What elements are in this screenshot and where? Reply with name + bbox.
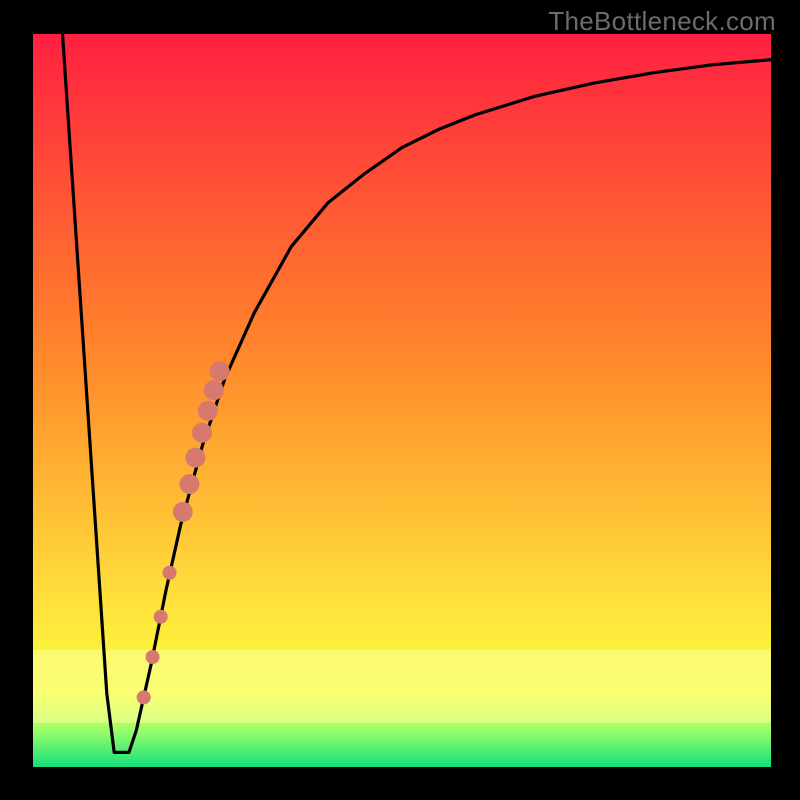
data-point xyxy=(185,448,205,468)
data-point xyxy=(179,474,199,494)
border-left xyxy=(0,0,33,800)
data-point xyxy=(163,566,177,580)
data-point xyxy=(192,423,212,443)
data-point xyxy=(173,502,193,522)
chart-svg xyxy=(0,0,800,800)
data-point xyxy=(146,650,160,664)
plot-area xyxy=(33,34,771,767)
chart-frame: TheBottleneck.com xyxy=(0,0,800,800)
data-point xyxy=(204,380,224,400)
data-point xyxy=(154,610,168,624)
data-point xyxy=(137,690,151,704)
data-point xyxy=(210,361,230,381)
data-point xyxy=(198,401,218,421)
watermark-text: TheBottleneck.com xyxy=(548,6,776,37)
border-bottom xyxy=(0,767,800,800)
border-right xyxy=(771,0,800,800)
yellow-band xyxy=(33,650,771,723)
